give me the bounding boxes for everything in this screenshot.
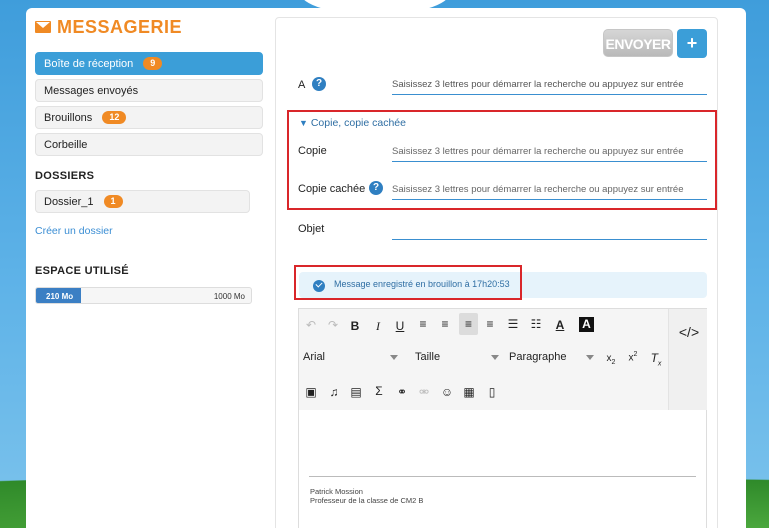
app-title: MESSAGERIE bbox=[57, 16, 183, 37]
chevron-down-icon bbox=[586, 355, 594, 360]
source-code-icon[interactable]: </> bbox=[678, 324, 700, 340]
saved-highlight-frame bbox=[294, 265, 522, 300]
sidebar-item-trash[interactable]: Corbeille bbox=[35, 133, 263, 156]
storage-used: 210 Mo bbox=[46, 292, 74, 301]
triangle-down-icon: ▼ bbox=[299, 118, 308, 128]
storage-heading: ESPACE UTILISÉ bbox=[35, 265, 129, 277]
sidebar: MESSAGERIE Boîte de réception 9 Messages… bbox=[35, 14, 263, 304]
bullet-list-icon[interactable]: ☰ bbox=[505, 317, 521, 331]
chevron-down-icon bbox=[491, 355, 499, 360]
editor-toolbar: ↶ ↷ B I U ≡ ≡ ≡ ≡ ☰ ☷ A A Arial Taille P… bbox=[299, 309, 668, 410]
font-family-select[interactable]: Arial bbox=[303, 351, 398, 363]
align-right-icon[interactable]: ≡ bbox=[482, 317, 498, 331]
signature: Patrick Mossion Professeur de la classe … bbox=[310, 487, 423, 505]
create-folder-link[interactable]: Créer un dossier bbox=[35, 225, 263, 237]
cc-input[interactable]: Saisissez 3 lettres pour démarrer la rec… bbox=[392, 146, 707, 162]
signature-title: Professeur de la classe de CM2 B bbox=[310, 496, 424, 505]
add-button[interactable]: + bbox=[677, 29, 707, 58]
subject-label: Objet bbox=[298, 223, 325, 235]
undo-icon[interactable]: ↶ bbox=[303, 318, 319, 332]
subject-input[interactable] bbox=[392, 224, 707, 240]
help-icon[interactable]: ? bbox=[312, 77, 326, 91]
dossier-badge: 1 bbox=[103, 195, 123, 208]
paragraph-format-select[interactable]: Paragraphe bbox=[509, 351, 594, 363]
align-left-icon[interactable]: ≡ bbox=[459, 313, 478, 335]
sidebar-item-label: Corbeille bbox=[44, 138, 88, 151]
audio-icon[interactable]: ♫ bbox=[326, 385, 342, 399]
sidebar-item-dossier-1[interactable]: Dossier_1 1 bbox=[35, 190, 250, 213]
subscript-icon[interactable]: x2 bbox=[603, 353, 619, 366]
font-size-value: Taille bbox=[415, 351, 441, 363]
editor-body[interactable]: Patrick Mossion Professeur de la classe … bbox=[299, 410, 706, 528]
document-icon[interactable]: ▯ bbox=[484, 385, 500, 399]
sidebar-item-drafts[interactable]: Brouillons 12 bbox=[35, 106, 263, 129]
align-justify-icon[interactable]: ≡ bbox=[415, 317, 431, 331]
font-family-value: Arial bbox=[303, 351, 326, 363]
storage-total: 1000 Mo bbox=[213, 292, 245, 301]
signature-divider bbox=[309, 476, 696, 477]
help-icon[interactable]: ? bbox=[369, 181, 383, 195]
formula-icon[interactable]: Σ bbox=[371, 384, 387, 398]
sidebar-item-label: Messages envoyés bbox=[44, 84, 139, 97]
font-size-select[interactable]: Taille bbox=[415, 351, 499, 363]
sidebar-item-label: Brouillons bbox=[44, 111, 93, 124]
cc-label: Copie bbox=[298, 145, 327, 157]
to-label: A bbox=[298, 79, 306, 91]
bcc-label: Copie cachée bbox=[298, 183, 366, 195]
sidebar-item-sent[interactable]: Messages envoyés bbox=[35, 79, 263, 102]
background-color-icon[interactable]: A bbox=[579, 317, 594, 332]
sidebar-item-label: Boîte de réception bbox=[44, 57, 134, 70]
rich-text-editor: ↶ ↷ B I U ≡ ≡ ≡ ≡ ☰ ☷ A A Arial Taille P… bbox=[298, 308, 707, 528]
send-button[interactable]: ENVOYER bbox=[603, 29, 673, 57]
numbered-list-icon[interactable]: ☷ bbox=[528, 317, 544, 331]
paragraph-format-value: Paragraphe bbox=[509, 351, 567, 363]
to-input[interactable]: Saisissez 3 lettres pour démarrer la rec… bbox=[392, 79, 707, 95]
link-icon[interactable]: ⚭ bbox=[394, 385, 410, 399]
align-center-icon[interactable]: ≡ bbox=[437, 317, 453, 331]
dossiers-heading: DOSSIERS bbox=[35, 170, 95, 182]
image-icon[interactable]: ▣ bbox=[303, 385, 319, 399]
unread-badge: 9 bbox=[143, 57, 163, 70]
sidebar-item-label: Dossier_1 bbox=[44, 195, 94, 208]
cc-toggle[interactable]: ▼ Copie, copie cachée bbox=[299, 117, 406, 129]
video-icon[interactable]: ▤ bbox=[348, 385, 364, 399]
storage-bar: 210 Mo 1000 Mo bbox=[35, 287, 252, 304]
table-icon[interactable]: ▦ bbox=[461, 385, 477, 399]
app-brand: MESSAGERIE bbox=[35, 14, 263, 40]
cc-toggle-label: Copie, copie cachée bbox=[310, 117, 406, 129]
underline-icon[interactable]: U bbox=[392, 319, 408, 333]
unlink-icon[interactable]: ⚮ bbox=[416, 385, 432, 399]
chevron-down-icon bbox=[390, 355, 398, 360]
emoji-icon[interactable]: ☺ bbox=[439, 385, 455, 399]
superscript-icon[interactable]: x2 bbox=[625, 351, 641, 363]
italic-icon[interactable]: I bbox=[370, 319, 386, 334]
drafts-badge: 12 bbox=[102, 111, 127, 124]
clear-format-icon[interactable]: Tx bbox=[648, 351, 664, 367]
text-color-icon[interactable]: A bbox=[552, 318, 568, 332]
sidebar-item-inbox[interactable]: Boîte de réception 9 bbox=[35, 52, 263, 75]
envelope-icon bbox=[35, 21, 51, 33]
signature-name: Patrick Mossion bbox=[310, 487, 363, 496]
bcc-input[interactable]: Saisissez 3 lettres pour démarrer la rec… bbox=[392, 184, 707, 200]
bold-icon[interactable]: B bbox=[347, 319, 363, 333]
editor-side-panel: </> bbox=[668, 309, 707, 410]
redo-icon[interactable]: ↷ bbox=[325, 318, 341, 332]
